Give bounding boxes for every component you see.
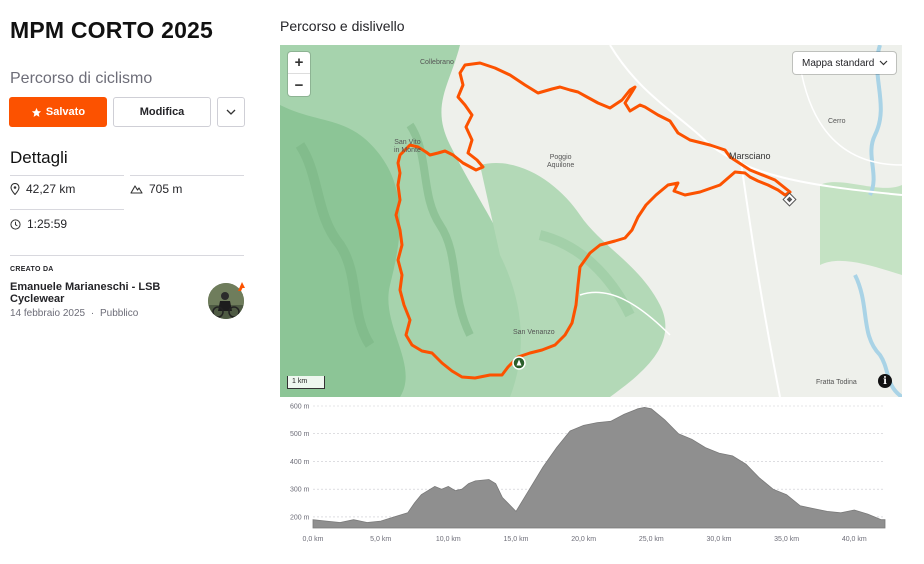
subscriber-badge-icon	[238, 282, 245, 291]
details-heading: Dettagli	[10, 148, 68, 167]
author-name[interactable]: Emanuele Marianeschi - LSB Cyclewear	[10, 281, 190, 305]
map-label-poggio: Poggio Aquilone	[547, 154, 575, 169]
saved-label: Salvato	[45, 106, 86, 118]
x-tick-label: 35,0 km	[774, 536, 799, 543]
elevation-stat: 705 m	[130, 182, 182, 196]
x-tick-label: 40,0 km	[842, 536, 867, 543]
meta-separator: ·	[90, 308, 95, 319]
map-label-collebrano: Collebrano	[420, 59, 454, 66]
x-tick-label: 30,0 km	[707, 536, 732, 543]
map-scale: 1 km	[287, 376, 325, 389]
map-type-value: Mappa standard	[802, 57, 875, 69]
page-title: MPM CORTO 2025	[10, 17, 214, 43]
y-axis-ticks: 200 m 300 m 400 m 500 m 600 m	[290, 404, 310, 522]
x-tick-label: 0,0 km	[302, 536, 323, 543]
x-tick-label: 20,0 km	[571, 536, 596, 543]
x-tick-label: 15,0 km	[504, 536, 529, 543]
visibility: Pubblico	[99, 308, 139, 319]
x-tick-label: 5,0 km	[370, 536, 391, 543]
map-label-san-venanzo: San Venanzo	[513, 329, 555, 336]
x-axis-ticks: 0,0 km 5,0 km 10,0 km 15,0 km 20,0 km 25,0 km…	[302, 536, 866, 543]
map-label-cerro: Cerro	[828, 118, 846, 125]
y-tick-label: 600 m	[290, 404, 310, 411]
zoom-out-button[interactable]: −	[288, 74, 310, 96]
created-by-label: CREATO DA	[10, 266, 54, 273]
created-date: 14 febbraio 2025	[10, 308, 86, 319]
distance-value: 42,27 km	[26, 182, 76, 196]
chevron-down-icon	[879, 60, 888, 66]
edit-button[interactable]: Modifica	[113, 97, 211, 127]
map-label-san-vito: San Vito in Monte	[394, 139, 421, 154]
mountain-icon	[130, 185, 143, 194]
stats-divider	[10, 209, 124, 210]
elevation-area	[312, 406, 886, 529]
duration-value: 1:25:59	[27, 217, 68, 231]
route-type: Percorso di ciclismo	[10, 70, 153, 87]
x-tick-label: 25,0 km	[639, 536, 664, 543]
y-tick-label: 400 m	[290, 459, 310, 466]
stats-divider-top-left	[10, 175, 124, 176]
clock-icon	[10, 218, 21, 230]
elevation-value: 705 m	[149, 182, 183, 196]
info-icon[interactable]: i	[878, 374, 892, 388]
location-pin-icon	[10, 183, 20, 195]
route-meta: 14 febbraio 2025 · Pubblico	[10, 308, 138, 319]
map-type-select[interactable]: Mappa standard	[793, 52, 896, 74]
star-icon	[31, 107, 42, 117]
y-tick-label: 300 m	[290, 487, 310, 494]
zoom-in-button[interactable]: +	[288, 52, 310, 74]
saved-button[interactable]: Salvato	[9, 97, 107, 127]
elevation-chart: 200 m 300 m 400 m 500 m 600 m 0,0 km 5,0 km 10…	[290, 404, 886, 543]
map-heading: Percorso e dislivello	[280, 18, 405, 34]
more-options-button[interactable]	[217, 97, 245, 127]
section-divider	[10, 255, 244, 256]
duration-stat: 1:25:59	[10, 217, 67, 231]
map-label-fratta-todina: Fratta Todina	[816, 379, 857, 386]
route-map[interactable]: Collebrano San Vito in Monte Poggio Aqui…	[280, 45, 902, 397]
chevron-down-icon	[226, 109, 236, 115]
stats-divider-top	[130, 175, 244, 176]
x-tick-label: 10,0 km	[436, 536, 461, 543]
y-tick-label: 200 m	[290, 514, 310, 521]
y-tick-label: 500 m	[290, 431, 310, 438]
distance-stat: 42,27 km	[10, 182, 75, 196]
zoom-controls: + −	[288, 52, 310, 96]
map-label-marsciano: Marsciano	[729, 151, 771, 161]
map-terrain	[280, 45, 902, 397]
